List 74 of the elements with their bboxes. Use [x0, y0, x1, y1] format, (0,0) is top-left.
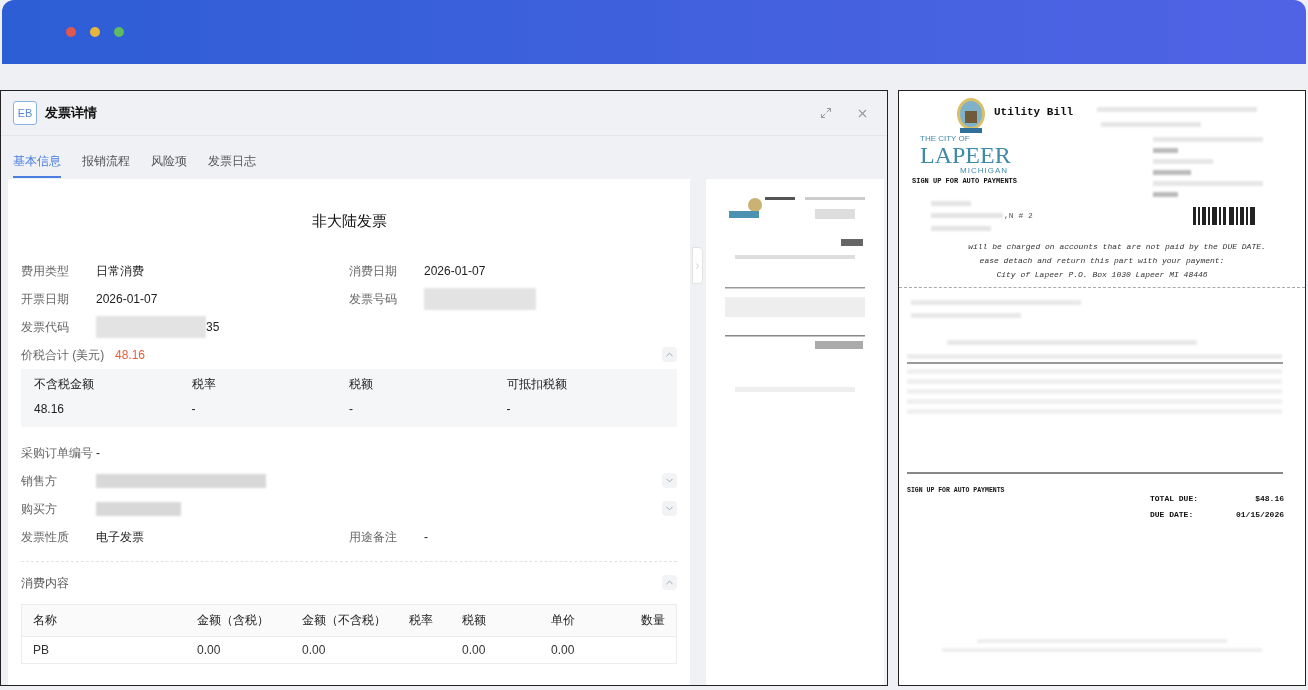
column-header: 不含税金额: [34, 375, 94, 393]
tab[interactable]: 风险项: [151, 136, 187, 178]
field-value: 2026-01-07: [96, 290, 158, 308]
field-label: 发票代码: [21, 318, 70, 336]
logo-name: LAPEER: [920, 143, 1011, 167]
redacted-value: [931, 225, 991, 231]
invoice-heading: 非大陆发票: [311, 211, 387, 231]
table-cell-text: 0.00: [462, 641, 486, 659]
column-header: 税率: [191, 375, 216, 393]
collapse-toggle[interactable]: [662, 347, 677, 362]
field-value: 35: [206, 318, 220, 336]
side-toggle[interactable]: [692, 247, 703, 284]
table-cell-text: -: [349, 400, 353, 418]
column-header: 单价: [551, 612, 575, 629]
notice-text: City of Lapeer P.O. Box 1030 Lapeer MI 48446: [996, 268, 1208, 281]
collapse-toggle[interactable]: [662, 575, 677, 590]
field-value: 日常消费: [96, 262, 144, 280]
panel-title: 发票详情: [45, 104, 97, 123]
total-label: TOTAL DUE:: [1150, 493, 1198, 506]
field-value: 2026-01-07: [424, 262, 486, 280]
field-label: 价税合计 (美元): [21, 346, 106, 364]
total-label: DUE DATE:: [1150, 509, 1194, 522]
collapse-toggle[interactable]: [662, 473, 677, 488]
column-header: 可抵扣税额: [506, 375, 567, 393]
field-value: 电子发票: [96, 528, 144, 546]
document-title: Utility Bill: [994, 105, 1074, 120]
tab[interactable]: 发票日志: [208, 136, 256, 178]
table-cell-text: -: [191, 400, 196, 418]
logo-caption: THE CITY OF: [920, 135, 971, 143]
chevron-right-icon: [693, 260, 702, 271]
total-amount: 48.16: [115, 346, 146, 364]
total-value: 01/15/2026: [1236, 509, 1284, 522]
expand-icon[interactable]: [820, 107, 832, 119]
field-label: 采购订单编号: [21, 444, 94, 462]
field-label: 购买方: [21, 500, 58, 518]
redacted-value: [1153, 170, 1191, 175]
field-label: 消费日期: [349, 262, 398, 280]
field-label: 费用类型: [21, 262, 70, 280]
column-header: 金额（不含税）: [302, 612, 386, 629]
column-header: 税率: [409, 612, 433, 629]
table-cell-text: 0.00: [551, 641, 575, 659]
table-cell-text: -: [506, 400, 511, 418]
column-header: 金额（含税）: [197, 612, 269, 629]
table-cell-text: PB: [33, 641, 49, 659]
app-badge: EB: [13, 101, 37, 125]
logo-caption: MICHIGAN: [960, 167, 1009, 175]
notice-text: will be charged on accounts that are not paid by the DUE DATE.: [968, 240, 1266, 253]
city-seal-icon: [956, 97, 986, 135]
redacted-value: [1153, 148, 1178, 153]
table-cell-text: 48.16: [34, 400, 65, 418]
field-label: 用途备注: [349, 528, 398, 546]
field-label: 开票日期: [21, 290, 70, 308]
field-value: -: [424, 528, 428, 546]
field-label: 销售方: [21, 472, 58, 490]
redacted-value: [931, 200, 971, 206]
table-cell-text: 0.00: [302, 641, 326, 659]
column-header: 税额: [462, 612, 486, 629]
section-title: 消费内容: [21, 574, 69, 592]
tab[interactable]: 报销流程: [82, 136, 130, 178]
barcode-icon: [1193, 207, 1255, 225]
table-cell-text: 0.00: [197, 641, 221, 659]
column-header: 数量: [641, 612, 665, 629]
field-value: -: [96, 444, 100, 462]
field-label: 发票性质: [21, 528, 70, 546]
collapse-toggle[interactable]: [662, 501, 677, 516]
column-header: 税额: [349, 375, 373, 393]
redacted-value: [1153, 159, 1213, 164]
field-label: 发票号码: [349, 290, 398, 308]
redacted-value: [1153, 192, 1178, 197]
redacted-value: [931, 213, 1003, 218]
address-text: ,N # 2: [1004, 209, 1033, 222]
total-value: $48.16: [1255, 493, 1284, 506]
notice-text: ease detach and return this part with your payment:: [979, 254, 1225, 267]
column-header: 名称: [33, 612, 57, 629]
